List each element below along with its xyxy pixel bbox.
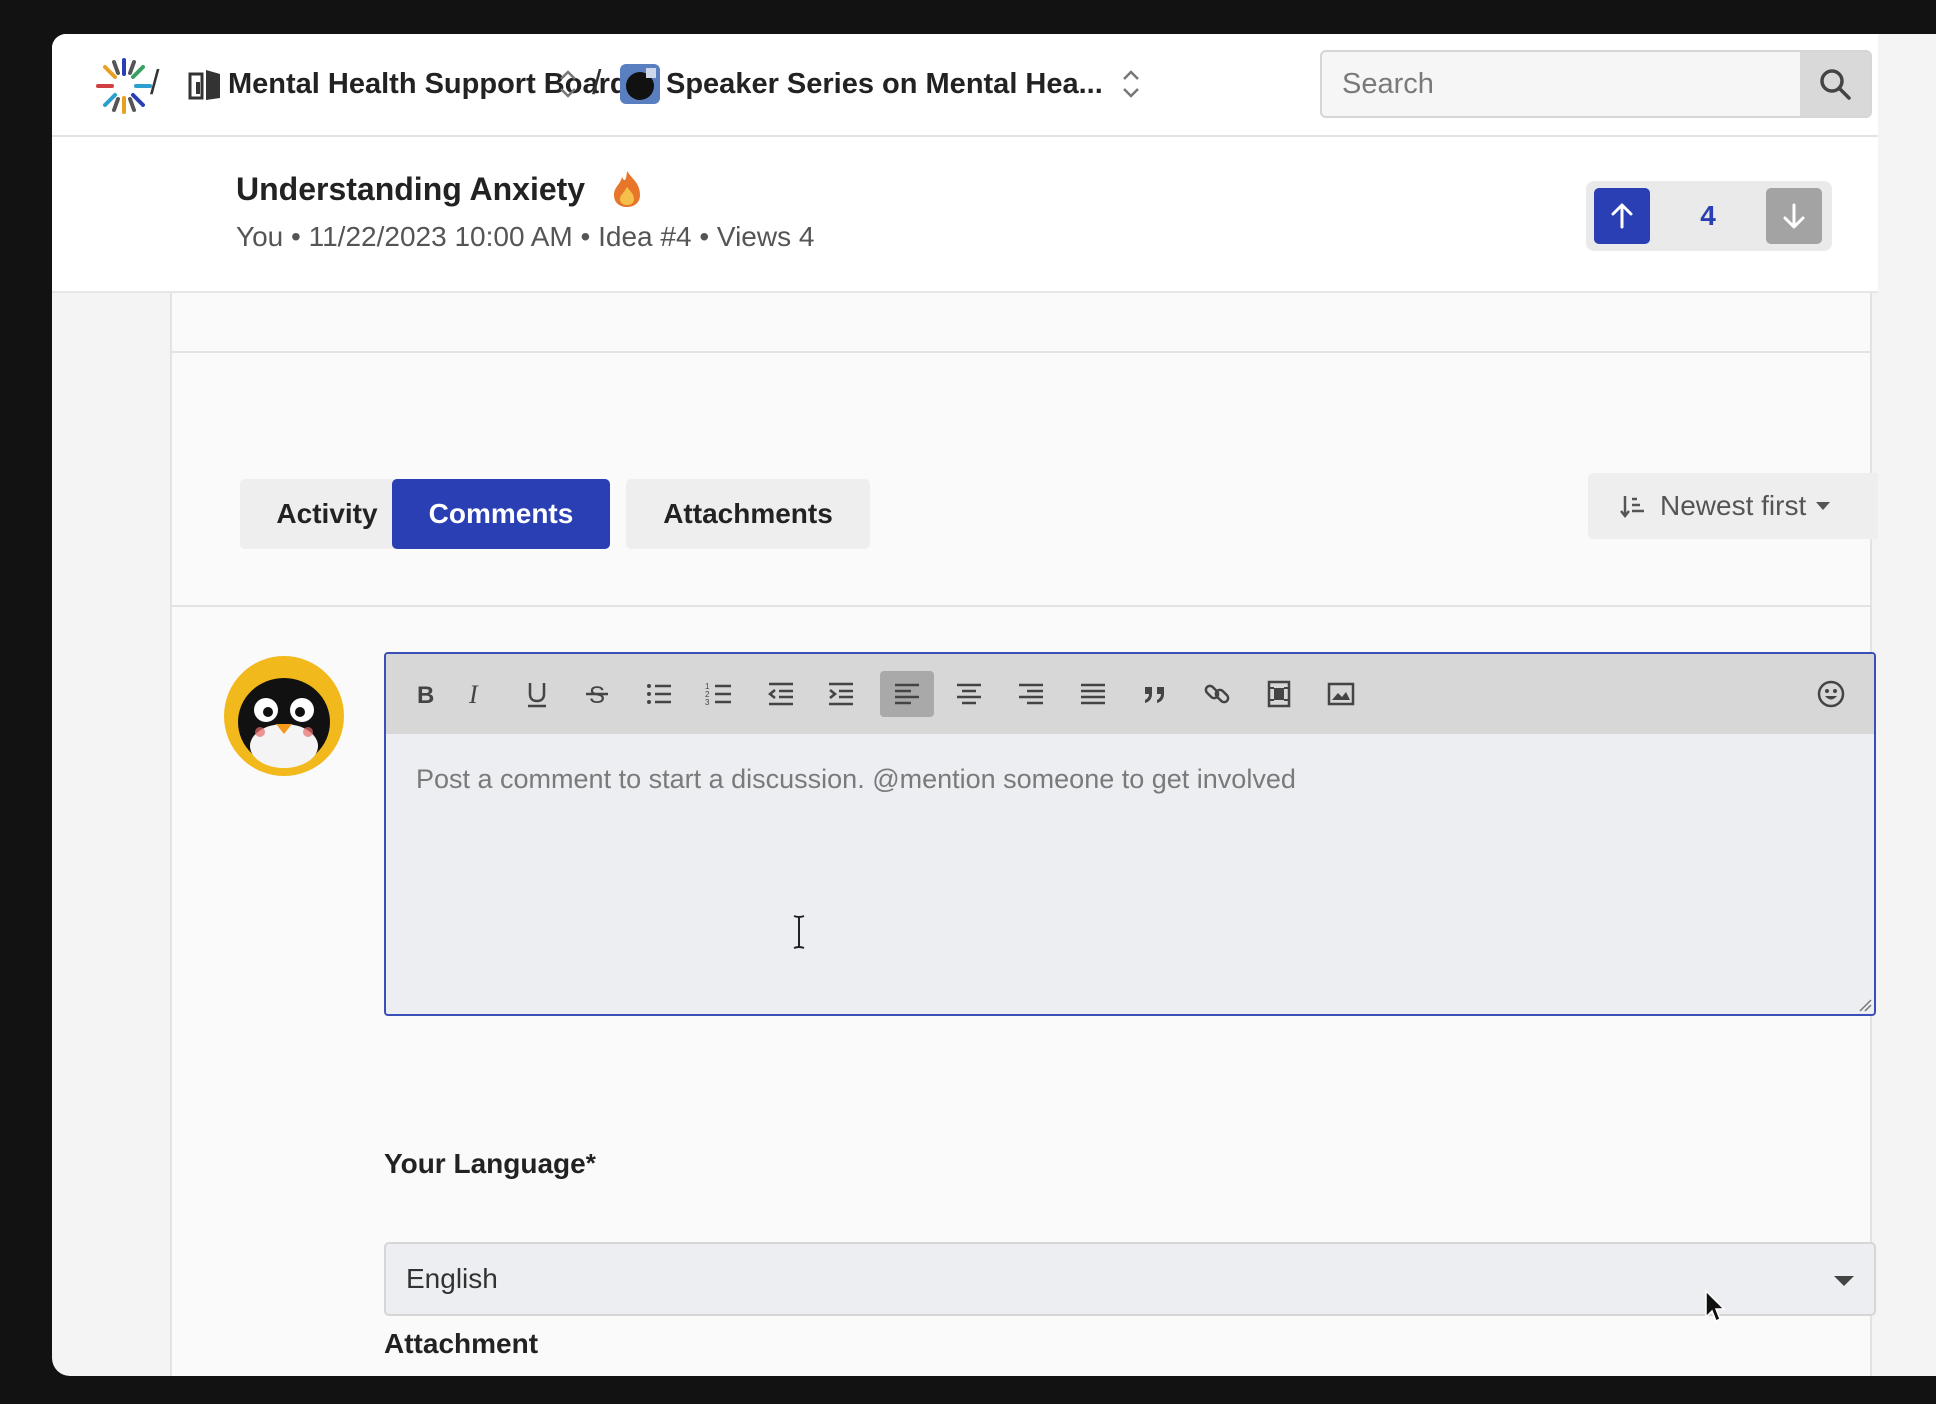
sort-label: Newest first	[1660, 490, 1807, 521]
arrow-up-icon	[1611, 203, 1633, 229]
numbered-list-icon: 123	[705, 682, 731, 707]
bold-button[interactable]: B	[402, 671, 448, 717]
comment-editor: B I S 123 Post a comment to start a disc…	[384, 652, 1876, 1016]
italic-button[interactable]: I	[452, 671, 498, 717]
image-icon	[1327, 682, 1355, 706]
tab-activity[interactable]: Activity	[240, 479, 414, 549]
align-left-button[interactable]	[880, 671, 934, 717]
bullet-list-icon	[647, 684, 671, 704]
caret-down-icon	[1834, 1276, 1854, 1286]
attachment-label: Attachment	[384, 1328, 539, 1359]
upvote-button[interactable]	[1594, 188, 1650, 244]
indent-button[interactable]	[818, 671, 864, 717]
sort-icon	[1620, 496, 1644, 519]
editor-toolbar: B I S 123	[386, 654, 1874, 734]
resize-handle-icon[interactable]	[1856, 996, 1872, 1012]
link-icon	[1204, 684, 1230, 704]
sort-dropdown[interactable]: Newest first	[1588, 473, 1880, 539]
idea-meta: You • 11/22/2023 10:00 AM • Idea #4 • Vi…	[236, 221, 815, 252]
underline-icon	[528, 683, 546, 708]
downvote-button[interactable]	[1766, 188, 1822, 244]
text-cursor-icon	[793, 915, 805, 949]
divider	[172, 605, 1870, 607]
language-label-text: Your Language	[384, 1148, 586, 1179]
app-window: / Mental Health Support Board / Speaker …	[52, 34, 1936, 1376]
numbered-list-button[interactable]: 123	[696, 671, 742, 717]
adjacent-panel-edge	[1878, 34, 1936, 1376]
strikethrough-button[interactable]: S	[574, 671, 620, 717]
breadcrumb-campaign[interactable]: Speaker Series on Mental Hea...	[666, 68, 1103, 101]
blockquote-icon	[1145, 687, 1164, 703]
svg-text:I: I	[468, 680, 479, 709]
flame-icon	[614, 171, 640, 207]
indent-icon	[829, 682, 853, 706]
top-navigation-bar: / Mental Health Support Board / Speaker …	[52, 34, 1936, 137]
italic-icon: I	[468, 680, 479, 709]
search-input[interactable]	[1322, 52, 1802, 116]
app-logo-icon[interactable]	[92, 54, 156, 118]
align-left-icon	[895, 683, 919, 705]
bullet-list-button[interactable]	[636, 671, 682, 717]
campaign-switcher-chevron-icon[interactable]	[1120, 64, 1142, 104]
svg-text:S: S	[589, 682, 605, 709]
video-icon	[1267, 680, 1291, 708]
required-mark: *	[585, 1148, 596, 1178]
outdent-button[interactable]	[758, 671, 804, 717]
board-switcher-chevron-icon[interactable]	[557, 64, 579, 104]
divider	[172, 351, 1870, 353]
align-center-button[interactable]	[946, 671, 992, 717]
align-right-button[interactable]	[1008, 671, 1054, 717]
language-select[interactable]: English	[384, 1242, 1876, 1316]
user-avatar	[224, 656, 344, 776]
search-button[interactable]	[1800, 52, 1870, 116]
svg-text:3: 3	[705, 698, 710, 707]
breadcrumb-separator: /	[150, 64, 160, 102]
align-center-icon	[957, 683, 981, 705]
underline-button[interactable]	[514, 671, 560, 717]
vote-widget: 4	[1586, 181, 1832, 251]
idea-title: Understanding Anxiety	[236, 171, 586, 207]
search-icon	[1820, 69, 1851, 100]
outdent-icon	[767, 682, 793, 706]
campaign-thumbnail-icon	[620, 64, 660, 104]
search-box	[1320, 50, 1872, 118]
tab-comments[interactable]: Comments	[392, 479, 610, 549]
svg-text:B: B	[417, 682, 434, 709]
blockquote-button[interactable]	[1132, 671, 1178, 717]
emoji-button[interactable]	[1808, 671, 1854, 717]
comment-input[interactable]: Post a comment to start a discussion. @m…	[416, 764, 1296, 795]
idea-header: Understanding Anxiety You • 11/22/2023 1…	[52, 137, 1936, 293]
image-button[interactable]	[1318, 671, 1364, 717]
align-right-icon	[1019, 683, 1043, 705]
video-button[interactable]	[1256, 671, 1302, 717]
justify-icon	[1081, 683, 1105, 705]
arrow-down-icon	[1783, 203, 1805, 229]
language-select-value: English	[406, 1263, 498, 1294]
bold-icon: B	[417, 682, 434, 709]
caret-down-icon	[1816, 502, 1831, 510]
tab-attachments[interactable]: Attachments	[626, 479, 870, 549]
link-button[interactable]	[1194, 671, 1240, 717]
breadcrumb-separator: /	[592, 64, 602, 102]
vote-count: 4	[1700, 200, 1716, 231]
justify-button[interactable]	[1070, 671, 1116, 717]
emoji-icon	[1817, 680, 1845, 708]
strikethrough-icon: S	[586, 682, 608, 709]
board-icon	[188, 70, 220, 100]
language-label: Your Language*	[384, 1148, 596, 1180]
mouse-pointer-icon	[1705, 1289, 1726, 1323]
